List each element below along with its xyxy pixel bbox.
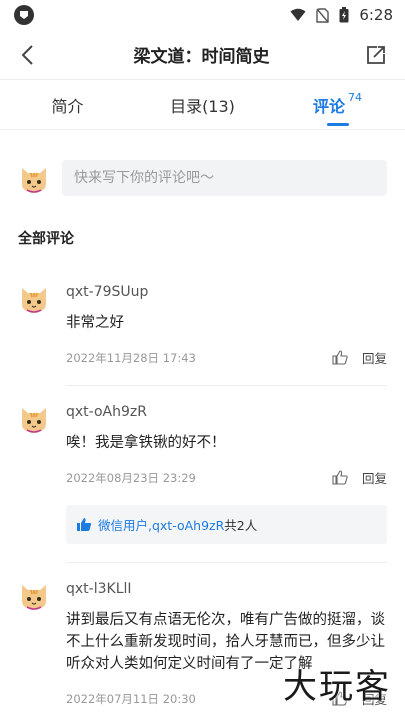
like-button[interactable] bbox=[332, 470, 348, 485]
thumbs-up-icon bbox=[332, 350, 348, 365]
tab-intro[interactable]: 简介 bbox=[0, 80, 135, 129]
likers-names[interactable]: 微信用户,qxt-oAh9zR bbox=[98, 515, 224, 534]
avatar[interactable] bbox=[18, 402, 50, 434]
chevron-left-icon bbox=[21, 44, 33, 65]
cat-avatar-icon bbox=[22, 288, 46, 313]
comment-username: qxt-79SUup bbox=[66, 284, 149, 300]
likes-summary: 微信用户,qxt-oAh9zR 共2人 bbox=[66, 505, 387, 544]
no-sim-icon bbox=[316, 7, 330, 23]
reply-button[interactable]: 回复 bbox=[362, 348, 387, 367]
watermark: 大玩客 bbox=[283, 667, 391, 707]
comment-username: qxt-l3KLlI bbox=[66, 581, 132, 597]
avatar[interactable] bbox=[18, 579, 50, 611]
likers-count: 共2人 bbox=[224, 518, 258, 533]
comment-date: 2022年07月11日 20:30 bbox=[66, 691, 196, 706]
comment-text: 非常之好 bbox=[66, 315, 124, 331]
comment-username: qxt-oAh9zR bbox=[66, 404, 147, 420]
comment-list: qxt-79SUup 非常之好 2022年11月28日 17:43 回复 qxt… bbox=[0, 266, 405, 720]
cat-avatar-icon bbox=[22, 408, 46, 433]
app-notification-icon bbox=[14, 5, 34, 25]
thumbs-up-filled-icon bbox=[77, 518, 92, 531]
avatar bbox=[18, 162, 50, 194]
top-app-bar: 梁文道：时间简史 bbox=[0, 30, 405, 80]
list-item: qxt-79SUup 非常之好 2022年11月28日 17:43 回复 bbox=[0, 266, 405, 386]
share-button[interactable] bbox=[361, 40, 391, 70]
tab-comments-label: 评论 bbox=[312, 96, 345, 116]
tab-contents-label: 目录(13) bbox=[170, 96, 235, 116]
list-item: qxt-oAh9zR 唉！我是拿铁锹的好不！ 2022年08月23日 23:29… bbox=[0, 386, 405, 563]
battery-icon bbox=[339, 7, 349, 23]
comment-input[interactable] bbox=[62, 160, 387, 196]
tab-contents[interactable]: 目录(13) bbox=[135, 80, 270, 129]
page-title: 梁文道：时间简史 bbox=[133, 47, 270, 67]
avatar[interactable] bbox=[18, 282, 50, 314]
thumbs-up-icon bbox=[332, 470, 348, 485]
comment-date: 2022年11月28日 17:43 bbox=[66, 350, 196, 365]
cat-avatar-icon bbox=[22, 585, 46, 610]
comment-date: 2022年08月23日 23:29 bbox=[66, 470, 196, 485]
reply-button[interactable]: 回复 bbox=[362, 468, 387, 487]
tab-comments[interactable]: 评论 74 bbox=[270, 80, 405, 129]
like-button[interactable] bbox=[332, 350, 348, 365]
cat-avatar-icon bbox=[22, 168, 46, 193]
share-icon bbox=[367, 45, 385, 64]
tab-intro-label: 简介 bbox=[51, 96, 84, 116]
tab-comments-count: 74 bbox=[348, 91, 362, 104]
status-time: 6:28 bbox=[359, 6, 393, 24]
status-bar: 6:28 bbox=[0, 0, 405, 30]
comment-composer bbox=[0, 130, 405, 206]
wifi-icon bbox=[290, 8, 306, 21]
back-button[interactable] bbox=[12, 40, 42, 70]
section-title: 全部评论 bbox=[18, 231, 74, 247]
comment-text: 唉！我是拿铁锹的好不！ bbox=[66, 435, 226, 451]
tab-bar: 简介 目录(13) 评论 74 bbox=[0, 80, 405, 130]
